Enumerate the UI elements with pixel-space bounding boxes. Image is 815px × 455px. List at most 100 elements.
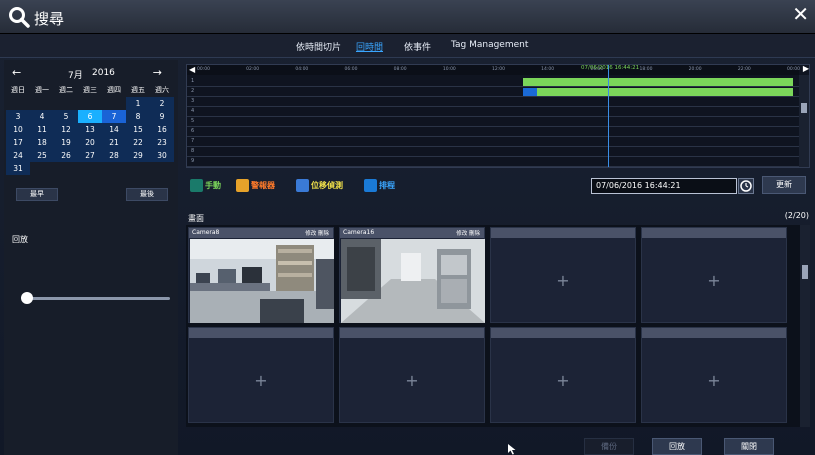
recording-segment[interactable] [523,88,793,96]
timeline-channel-row[interactable]: 8 [187,147,799,157]
recording-segment[interactable] [523,78,793,86]
prev-month-icon[interactable]: ← [12,66,21,79]
timeline-channel-row[interactable]: 1 [187,77,799,87]
calendar-day[interactable]: 26 [54,149,78,162]
event-type-motion[interactable]: 位移偵測 [296,179,343,193]
event-type-alarm-label: 警報器 [251,181,275,190]
search-time-input[interactable]: 07/06/2016 16:44:21 [591,178,737,194]
calendar-day[interactable]: 18 [30,136,54,149]
timeline-left-arrow-icon[interactable]: ◀ [189,65,195,74]
timeline-channel-row[interactable]: 3 [187,97,799,107]
clock-icon[interactable] [738,178,754,194]
calendar-day[interactable]: 25 [30,149,54,162]
timeline-channel-row[interactable]: 6 [187,127,799,137]
calendar-day[interactable]: 9 [150,110,174,123]
timeline-tick: 00:00 [197,67,210,72]
grid-scrollbar[interactable] [800,225,810,427]
calendar-day[interactable]: 20 [78,136,102,149]
calendar-day[interactable]: 14 [102,123,126,136]
add-camera-icon[interactable]: + [491,338,635,424]
calendar-day[interactable]: 7 [102,110,126,123]
timeline-scrollbar[interactable] [799,75,809,167]
close-button[interactable]: 關閉 [724,438,774,455]
calendar-day[interactable]: 8 [126,110,150,123]
calendar-day[interactable]: 11 [30,123,54,136]
calendar-day[interactable]: 24 [6,149,30,162]
calendar-day[interactable]: 16 [150,123,174,136]
calendar-day[interactable]: 21 [102,136,126,149]
empty-camera-tile[interactable]: + [641,227,787,323]
calendar-day[interactable]: 23 [150,136,174,149]
calendar-day[interactable]: 12 [54,123,78,136]
calendar-day[interactable]: 31 [6,162,30,175]
event-type-manual[interactable]: 手動 [190,179,221,193]
timeline-scrollbar-thumb[interactable] [801,103,807,113]
next-month-icon[interactable]: → [153,66,162,79]
calendar-day[interactable]: 30 [150,149,174,162]
timeline-channel-row[interactable]: 5 [187,117,799,127]
calendar-day[interactable]: 13 [78,123,102,136]
calendar-day[interactable]: 5 [54,110,78,123]
volume-slider-knob[interactable] [21,292,33,304]
event-type-schedule[interactable]: 排程 [364,179,395,193]
calendar-day[interactable]: 28 [102,149,126,162]
calendar-day [54,162,78,175]
add-camera-icon[interactable]: + [642,238,786,324]
calendar-day[interactable]: 1 [126,97,150,110]
volume-slider-track[interactable] [24,297,170,300]
timeline-channel-row[interactable]: 9 [187,157,799,167]
timeline-cursor[interactable] [608,65,609,167]
tab-by-time-slice[interactable]: 依時間切片 [296,40,341,53]
timeline-channel-number: 2 [191,88,195,94]
calendar-day[interactable]: 6 [78,110,102,123]
timeline-channel-row[interactable]: 2 [187,87,799,97]
tile-camera-name: Camera8 [192,229,220,236]
recording-timeline[interactable]: ◀ 00:00 02:00 04:00 06:00 08:00 10:00 12:00 14:… [186,64,810,168]
calendar-day[interactable]: 22 [126,136,150,149]
timeline-channel-row[interactable]: 4 [187,107,799,117]
calendar-day [102,162,126,175]
timeline-channel-number: 7 [191,138,195,144]
timeline-channel-row[interactable]: 7 [187,137,799,147]
timeline-tick: 02:00 [246,67,260,72]
timeline-channel-number: 4 [191,108,195,114]
calendar-day[interactable]: 17 [6,136,30,149]
timeline-right-arrow-icon[interactable]: ▶ [803,64,809,73]
latest-button[interactable]: 最後 [126,188,168,201]
calendar-day[interactable]: 19 [54,136,78,149]
event-type-schedule-label: 排程 [379,181,395,190]
close-icon[interactable]: ✕ [792,2,809,26]
add-camera-icon[interactable]: + [491,238,635,324]
camera-tile[interactable]: Camera8 修改 刪除 [188,227,334,323]
tile-edit-delete-actions[interactable]: 修改 刪除 [456,229,480,237]
refresh-button[interactable]: 更新 [762,176,806,194]
calendar-day[interactable]: 3 [6,110,30,123]
calendar-weekday: 週三 [83,86,97,94]
tab-by-event[interactable]: 依事件 [404,40,431,53]
tile-header [189,328,333,338]
add-camera-icon[interactable]: + [189,338,333,424]
camera-tile[interactable]: Camera16 修改 刪除 [339,227,485,323]
empty-camera-tile[interactable]: + [490,327,636,423]
calendar-day[interactable]: 27 [78,149,102,162]
tile-edit-delete-actions[interactable]: 修改 刪除 [305,229,329,237]
grid-scrollbar-thumb[interactable] [802,265,808,279]
tab-tag-management[interactable]: Tag Management [451,40,528,50]
calendar-day[interactable]: 15 [126,123,150,136]
playback-button[interactable]: 回放 [652,438,702,455]
event-type-alarm[interactable]: 警報器 [236,179,275,193]
add-camera-icon[interactable]: + [642,338,786,424]
calendar-day[interactable]: 29 [126,149,150,162]
tab-by-time[interactable]: 回時間 [356,40,383,53]
empty-camera-tile[interactable]: + [339,327,485,423]
add-camera-icon[interactable]: + [340,338,484,424]
earliest-button[interactable]: 最早 [16,188,58,201]
backup-button[interactable]: 備份 [584,438,634,455]
calendar-day[interactable]: 4 [30,110,54,123]
empty-camera-tile[interactable]: + [490,227,636,323]
empty-camera-tile[interactable]: + [188,327,334,423]
recording-segment-alt[interactable] [523,88,537,96]
calendar-day[interactable]: 2 [150,97,174,110]
calendar-day[interactable]: 10 [6,123,30,136]
empty-camera-tile[interactable]: + [641,327,787,423]
